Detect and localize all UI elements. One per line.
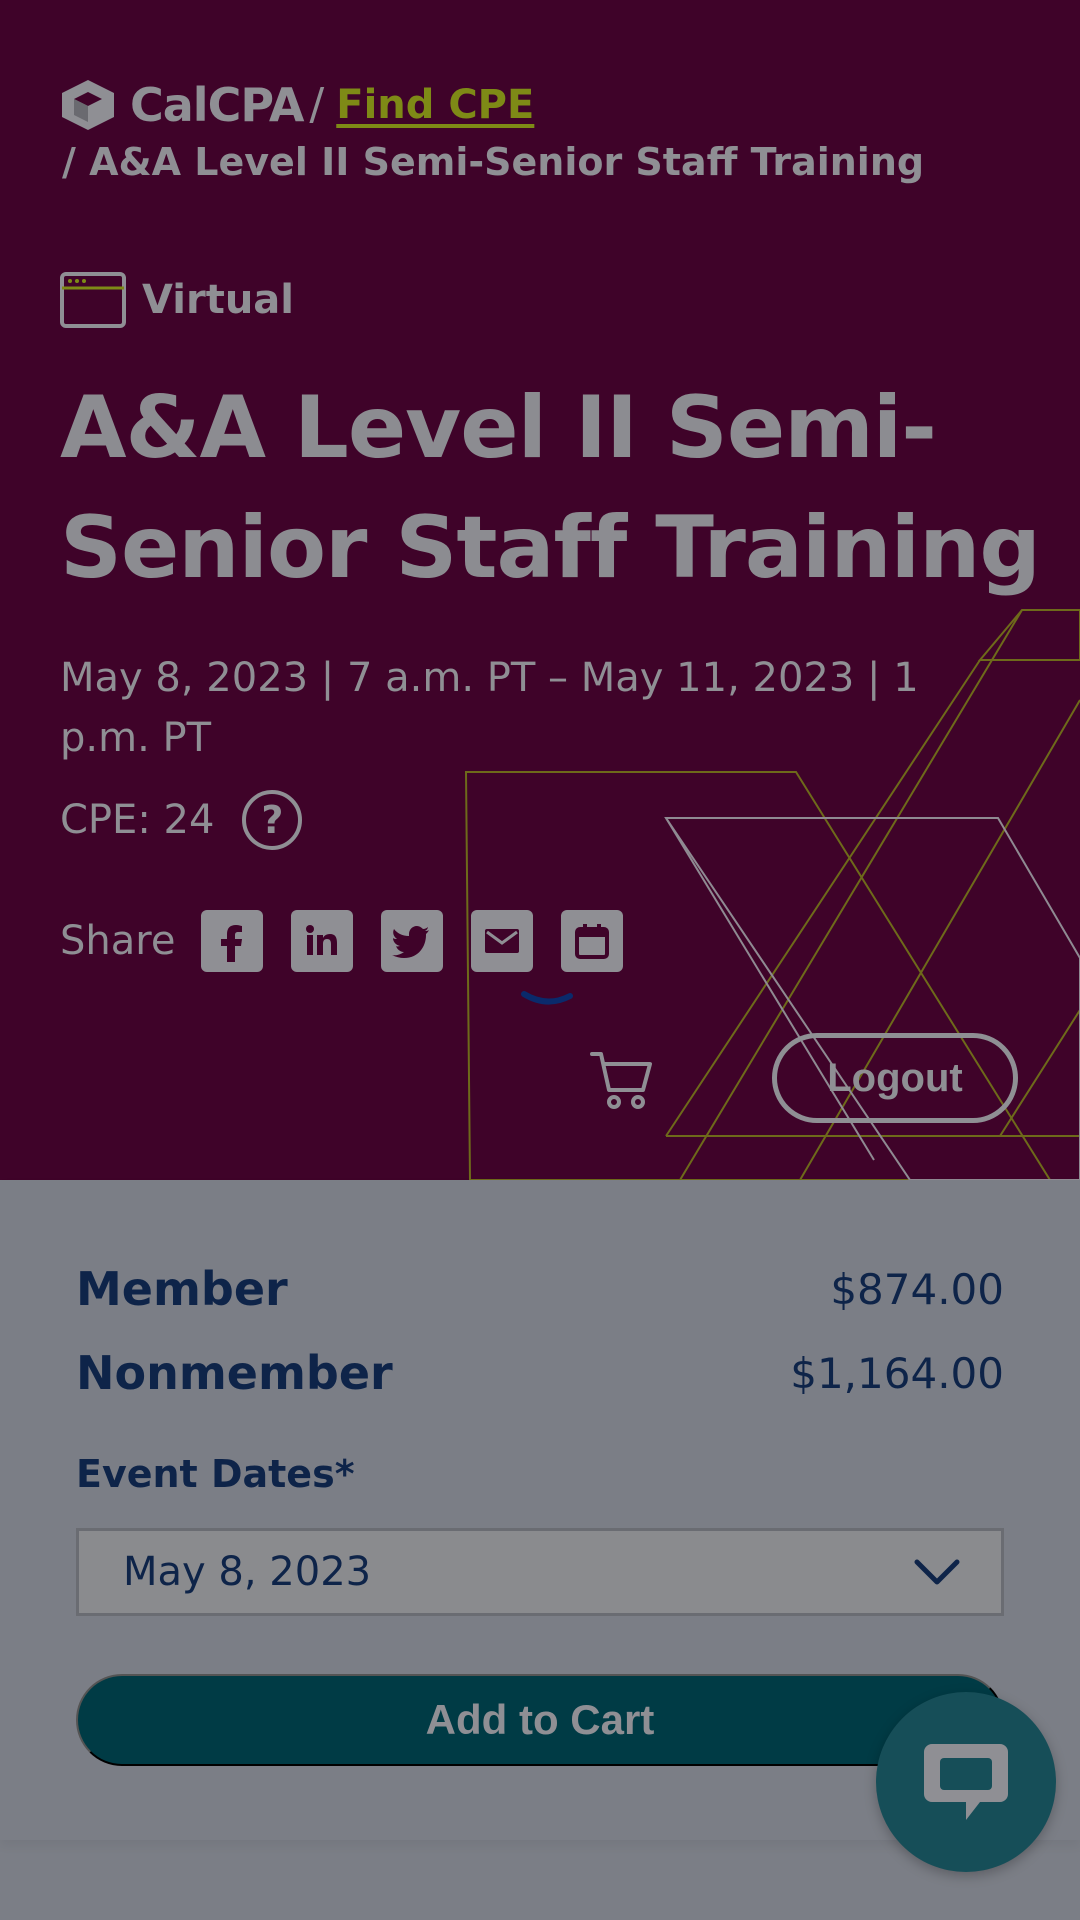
logo-text: CalCPA	[130, 78, 304, 132]
member-price-value: $874.00	[830, 1264, 1004, 1314]
email-icon	[485, 929, 520, 953]
price-row-nonmember: Nonmember $1,164.00	[76, 1346, 1004, 1400]
cpe-credits-text: CPE: 24	[60, 797, 215, 843]
virtual-browser-icon	[60, 272, 126, 328]
event-format: Virtual	[60, 272, 294, 328]
breadcrumb: CalCPA / Find CPE	[60, 78, 534, 132]
loading-spinner-icon	[521, 991, 573, 1005]
facebook-icon	[221, 925, 243, 962]
twitter-icon	[392, 926, 430, 958]
event-dates-label: Event Dates*	[76, 1452, 355, 1496]
cart-icon[interactable]	[590, 1048, 654, 1110]
calendar-icon	[575, 924, 610, 959]
chat-bubble-icon	[924, 1744, 1008, 1820]
share-facebook-button[interactable]	[201, 910, 264, 972]
event-dates-selected-value: May 8, 2023	[123, 1549, 372, 1595]
nonmember-price-value: $1,164.00	[790, 1348, 1004, 1398]
logout-button[interactable]: Logout	[772, 1033, 1018, 1123]
nonmember-price-label: Nonmember	[76, 1346, 393, 1400]
breadcrumb-current-page: / A&A Level II Semi-Senior Staff Trainin…	[62, 140, 925, 184]
page-title: A&A Level II Semi-Senior Staff Training	[60, 378, 1041, 598]
share-twitter-button[interactable]	[381, 910, 444, 972]
share-linkedin-button[interactable]	[291, 910, 354, 972]
chevron-down-icon	[914, 1559, 960, 1585]
event-hero: CalCPA / Find CPE / A&A Level II Semi-Se…	[0, 0, 1080, 1180]
event-date-range: May 8, 2023 | 7 a.m. PT – May 11, 2023 |…	[60, 655, 919, 761]
share-bar: Share	[60, 910, 651, 972]
event-format-label: Virtual	[142, 277, 294, 323]
add-to-calendar-button[interactable]	[561, 910, 624, 972]
cpe-credits: CPE: 24 ?	[60, 790, 303, 850]
breadcrumb-separator: /	[309, 79, 325, 130]
calcpa-logo-icon	[62, 80, 114, 130]
member-price-label: Member	[76, 1262, 288, 1316]
add-to-cart-button[interactable]: Add to Cart	[76, 1674, 1004, 1766]
event-dates-select[interactable]: May 8, 2023	[76, 1528, 1004, 1616]
price-row-member: Member $874.00	[76, 1262, 1004, 1316]
share-label: Share	[60, 918, 176, 964]
share-email-button[interactable]	[471, 910, 534, 972]
chat-button[interactable]	[876, 1692, 1056, 1872]
linkedin-icon	[306, 925, 338, 955]
breadcrumb-find-cpe-link[interactable]: Find CPE	[336, 85, 534, 125]
help-icon[interactable]: ?	[242, 790, 303, 850]
